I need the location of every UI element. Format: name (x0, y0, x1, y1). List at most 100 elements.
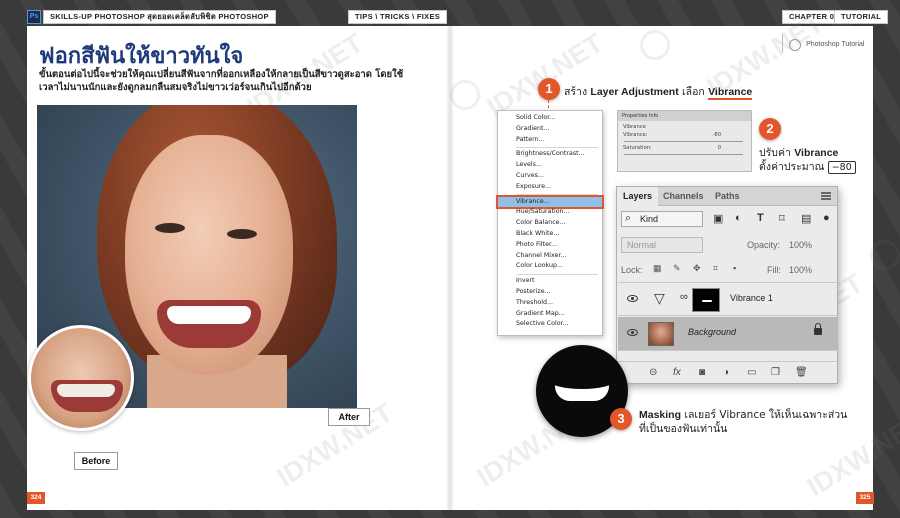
saturation-row: Saturation: 0 (618, 144, 751, 152)
menu-item[interactable]: Levels... (498, 160, 602, 171)
menu-divider (516, 273, 598, 275)
menu-item[interactable]: Curves... (498, 171, 602, 182)
menu-item[interactable]: Black White... (498, 229, 602, 240)
photoshop-logo-icon: Ps (27, 10, 41, 24)
lock-artboard-icon[interactable]: ⌗ (713, 263, 718, 274)
lock-brush-icon[interactable]: ✎ (673, 263, 681, 274)
page-number-right: 325 (856, 492, 874, 504)
tutorial-tag: Photoshop Tutorial (782, 34, 864, 52)
layer-name[interactable]: Vibrance 1 (730, 293, 773, 303)
category-tag: TUTORIAL (834, 10, 889, 24)
step-3-line2: ที่เป็นของฟันเท่านั้น (639, 423, 728, 435)
vibrance-adjustment-icon: ▽ (654, 290, 665, 306)
menu-item-vibrance[interactable]: Vibrance... (496, 194, 604, 210)
page-number-left: 324 (27, 492, 45, 504)
step-1-badge: 1 (538, 78, 560, 100)
saturation-value[interactable]: 0 (718, 144, 721, 152)
tab-channels[interactable]: Channels (657, 187, 710, 206)
menu-item[interactable]: Pattern... (498, 135, 602, 146)
visibility-eye-icon[interactable] (627, 329, 638, 336)
panel-menu-icon[interactable] (821, 192, 831, 200)
adjustment-menu[interactable]: Solid Color... Gradient... Pattern... Br… (496, 110, 604, 336)
menu-item[interactable]: Gradient... (498, 124, 602, 135)
mask-teeth-mark (702, 300, 712, 302)
layer-row-background[interactable]: Background (618, 317, 838, 351)
mask-upper-cut (550, 373, 614, 389)
before-teeth (57, 384, 115, 397)
menu-group-tone: Brightness/Contrast... Levels... Curves.… (498, 149, 602, 192)
menu-item[interactable]: Color Lookup... (498, 261, 602, 272)
step-1-keyword: Layer Adjustment (590, 86, 679, 98)
properties-type: Vibrance (623, 124, 646, 130)
step-3-badge: 3 (610, 408, 632, 430)
menu-item[interactable]: Gradient Map... (498, 309, 602, 320)
menu-item[interactable]: Brightness/Contrast... (498, 149, 602, 160)
new-layer-icon[interactable]: ❐ (771, 367, 780, 378)
trash-icon[interactable]: 🗑 (795, 367, 808, 378)
section-tag: TIPS \ TRICKS \ FIXES (348, 10, 448, 24)
layer-thumbnail (648, 322, 674, 346)
fx-icon[interactable]: fx (673, 367, 681, 378)
lock-all-icon[interactable]: ▪ (733, 263, 736, 273)
menu-item[interactable]: Threshold... (498, 298, 602, 309)
before-label: Before (74, 452, 118, 470)
folder-icon[interactable]: ▭ (747, 367, 756, 378)
menu-item[interactable]: Invert (498, 276, 602, 287)
filter-toggle-icon[interactable]: ● (823, 212, 830, 224)
book-title: SKILLS-UP PHOTOSHOP สุดยอดเคล็ดลับพิชิต … (43, 10, 276, 24)
layer-mask-thumbnail[interactable] (692, 288, 720, 312)
saturation-slider[interactable] (624, 154, 743, 155)
vibrance-slider[interactable] (624, 141, 743, 142)
menu-divider (516, 194, 598, 196)
lock-position-icon[interactable]: ✥ (693, 263, 701, 274)
step-2-line2: ตั้งค่าประมาณ −80 (759, 158, 856, 175)
lock-pixels-icon[interactable]: ▦ (653, 263, 662, 274)
menu-item[interactable]: Solid Color... (498, 113, 602, 124)
menu-item[interactable]: Photo Filter... (498, 240, 602, 251)
filter-adjustment-icon[interactable]: ◐ (735, 212, 742, 224)
vibrance-label: Vibrance: (623, 132, 648, 138)
tab-layers[interactable]: Layers (617, 187, 659, 206)
layers-panel: Layers Channels Paths Kind ⌕ ▣ ◐ T ⌑ ▤ ●… (616, 186, 838, 384)
menu-divider (516, 146, 598, 148)
menu-item[interactable]: Exposure... (498, 182, 602, 193)
menu-item[interactable]: Color Balance... (498, 218, 602, 229)
fill-value[interactable]: 100% (789, 265, 812, 275)
filter-shape-icon[interactable]: ⌑ (779, 212, 785, 225)
kind-filter-select[interactable]: Kind (621, 211, 703, 227)
blend-mode-select[interactable]: Normal (621, 237, 703, 253)
layer-name[interactable]: Background (688, 327, 736, 337)
menu-item[interactable]: Selective Color... (498, 319, 602, 330)
step-1-prefix: สร้าง (564, 86, 591, 98)
pen-icon (789, 38, 801, 51)
layer-row-vibrance[interactable]: ▽ ∞ Vibrance 1 (618, 282, 838, 316)
photo-teeth (167, 306, 251, 324)
properties-tabs[interactable]: Properties Info (618, 111, 751, 121)
step-2-badge: 2 (759, 118, 781, 140)
filter-type-icon[interactable]: T (757, 212, 764, 224)
before-mouth (51, 380, 123, 412)
menu-item[interactable]: Channel Mixer... (498, 251, 602, 262)
chain-link-icon[interactable]: ∞ (680, 291, 688, 303)
step-1-mid: เลือก (678, 86, 709, 98)
filter-image-icon[interactable]: ▣ (713, 212, 723, 225)
lock-label: Lock: (621, 265, 643, 275)
layers-panel-footer: ⊝ fx ◙ ◑ ▭ ❐ 🗑 (617, 361, 837, 383)
photo-eye (155, 223, 185, 233)
layers-panel-tabs: Layers Channels Paths (617, 187, 837, 206)
link-icon[interactable]: ⊝ (649, 367, 657, 378)
mask-icon[interactable]: ◙ (699, 367, 705, 378)
visibility-eye-icon[interactable] (627, 295, 638, 302)
vibrance-row: Vibrance: -80 (618, 131, 751, 139)
opacity-value[interactable]: 100% (789, 240, 812, 250)
menu-item[interactable]: Posterize... (498, 287, 602, 298)
before-zoom-circle (28, 325, 134, 431)
vibrance-value[interactable]: -80 (713, 131, 721, 139)
menu-item[interactable]: Hue/Saturation... (498, 207, 602, 218)
step-1-text: สร้าง Layer Adjustment เลือก Vibrance (564, 83, 753, 100)
menu-group-fill: Solid Color... Gradient... Pattern... (498, 113, 602, 145)
adjustment-icon[interactable]: ◑ (723, 367, 729, 378)
opacity-label: Opacity: (747, 240, 781, 250)
tab-paths[interactable]: Paths (709, 187, 746, 206)
filter-smart-object-icon[interactable]: ▤ (801, 212, 811, 225)
